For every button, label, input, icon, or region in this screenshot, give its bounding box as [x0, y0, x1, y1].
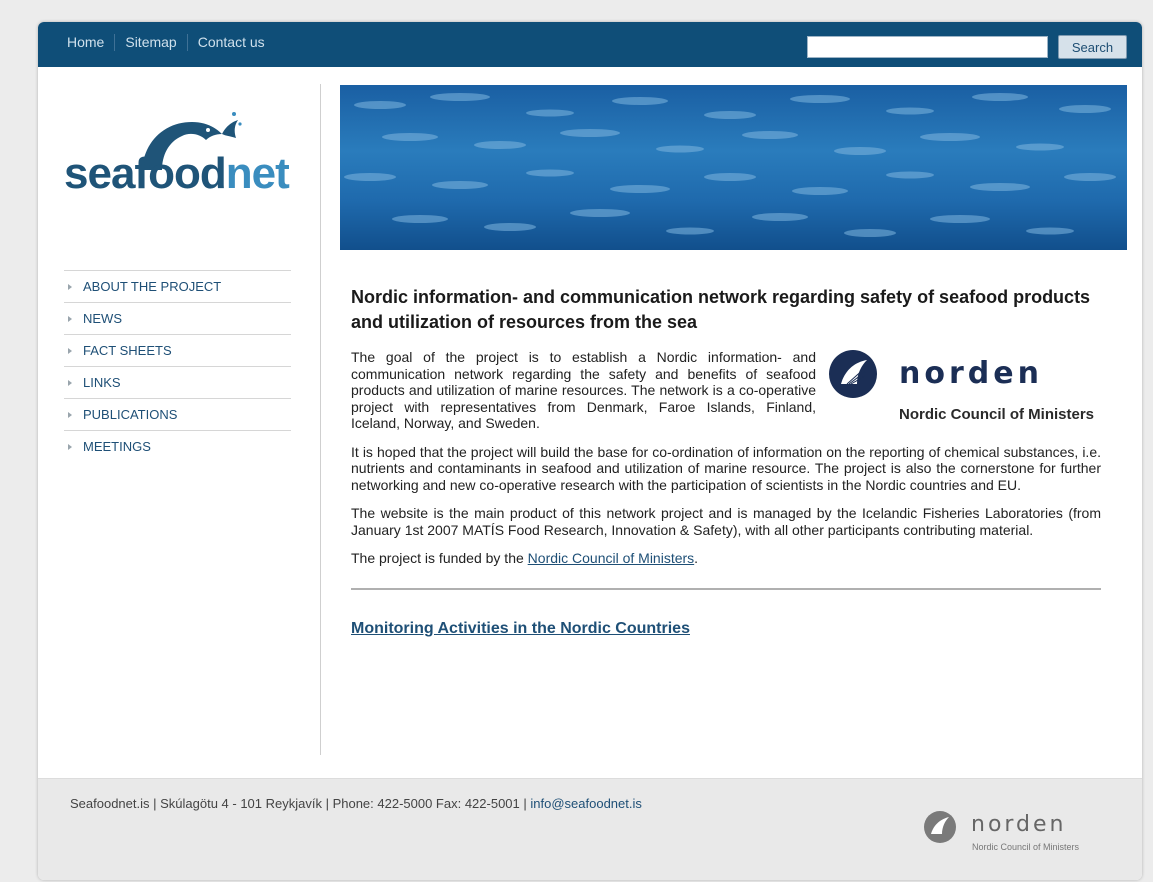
paragraph-funding: The project is funded by the Nordic Coun… — [351, 550, 1101, 567]
triangle-right-icon — [68, 379, 72, 386]
intro-paragraph: The goal of the project is to establish … — [351, 349, 816, 431]
column-divider — [320, 84, 321, 755]
content-divider — [351, 587, 1101, 590]
norden-subtitle: Nordic Council of Ministers — [899, 406, 1095, 423]
paragraph-coordination: It is hoped that the project will build … — [351, 443, 1101, 493]
top-nav-home-link[interactable]: Home — [58, 34, 114, 51]
sidebar-item-links[interactable]: LINKS — [64, 367, 291, 399]
top-nav-contact-link[interactable]: Contact us — [186, 34, 275, 51]
search-button[interactable]: Search — [1058, 35, 1127, 59]
top-nav-sitemap-link[interactable]: Sitemap — [114, 34, 186, 51]
footer-contact: Seafoodnet.is | Skúlagötu 4 - 101 Reykja… — [70, 796, 642, 811]
sidebar-item-label: ABOUT THE PROJECT — [83, 279, 222, 294]
sidebar-item-label: MEETINGS — [83, 439, 151, 454]
intro-block: The goal of the project is to establish … — [351, 349, 1101, 432]
sidebar-item-label: LINKS — [83, 375, 121, 390]
norden-wordmark: norden — [899, 356, 1043, 391]
triangle-right-icon — [68, 443, 72, 450]
footer-email-link[interactable]: info@seafoodnet.is — [530, 796, 642, 811]
logo-text-sea: sea — [64, 149, 135, 198]
sidebar-item-fact-sheets[interactable]: FACT SHEETS — [64, 335, 291, 367]
triangle-right-icon — [68, 411, 72, 418]
fish-school-illustration — [344, 93, 1116, 237]
logo-text-net: net — [225, 149, 290, 198]
banner-image — [340, 85, 1127, 250]
main-content: Nordic information- and communication ne… — [351, 285, 1101, 638]
page: Home Sitemap Contact us Search seafoodne… — [38, 22, 1142, 880]
logo-text-food: food — [134, 149, 226, 198]
footer-norden-logo[interactable]: norden Nordic Council of Ministers — [922, 809, 1112, 853]
paragraph-website: The website is the main product of this … — [351, 505, 1101, 538]
funding-prefix: The project is funded by the — [351, 550, 528, 566]
nordic-council-link[interactable]: Nordic Council of Ministers — [528, 550, 695, 566]
norden-logo[interactable]: norden Nordic Council of Ministers — [827, 348, 1107, 428]
triangle-right-icon — [68, 315, 72, 322]
sidebar-item-about[interactable]: ABOUT THE PROJECT — [64, 271, 291, 303]
footer-norden-subtitle: Nordic Council of Ministers — [972, 842, 1080, 852]
funding-suffix: . — [694, 550, 699, 566]
footer-address: Seafoodnet.is | Skúlagötu 4 - 101 Reykja… — [70, 796, 531, 811]
sidebar-item-label: FACT SHEETS — [83, 343, 172, 358]
sidebar-nav: ABOUT THE PROJECT NEWS FACT SHEETS LINKS… — [64, 270, 291, 462]
top-bar: Home Sitemap Contact us Search — [38, 22, 1142, 67]
footer: Seafoodnet.is | Skúlagötu 4 - 101 Reykja… — [38, 778, 1142, 880]
sidebar-item-label: PUBLICATIONS — [83, 407, 178, 422]
sidebar-item-label: NEWS — [83, 311, 122, 326]
swan-icon — [924, 811, 956, 843]
sidebar-item-meetings[interactable]: MEETINGS — [64, 431, 291, 462]
page-headline: Nordic information- and communication ne… — [351, 287, 1091, 332]
sidebar-item-publications[interactable]: PUBLICATIONS — [64, 399, 291, 431]
seafoodnet-logo[interactable]: seafoodnet — [64, 112, 294, 202]
top-nav: Home Sitemap Contact us — [58, 34, 275, 51]
search-input[interactable] — [807, 36, 1048, 58]
footer-norden-wordmark: norden — [971, 812, 1067, 837]
logo-text: seafoodnet — [64, 149, 290, 198]
monitoring-activities-link[interactable]: Monitoring Activities in the Nordic Coun… — [351, 620, 690, 638]
triangle-right-icon — [68, 347, 72, 354]
sidebar-item-news[interactable]: NEWS — [64, 303, 291, 335]
swan-icon — [829, 350, 877, 398]
triangle-right-icon — [68, 283, 72, 290]
